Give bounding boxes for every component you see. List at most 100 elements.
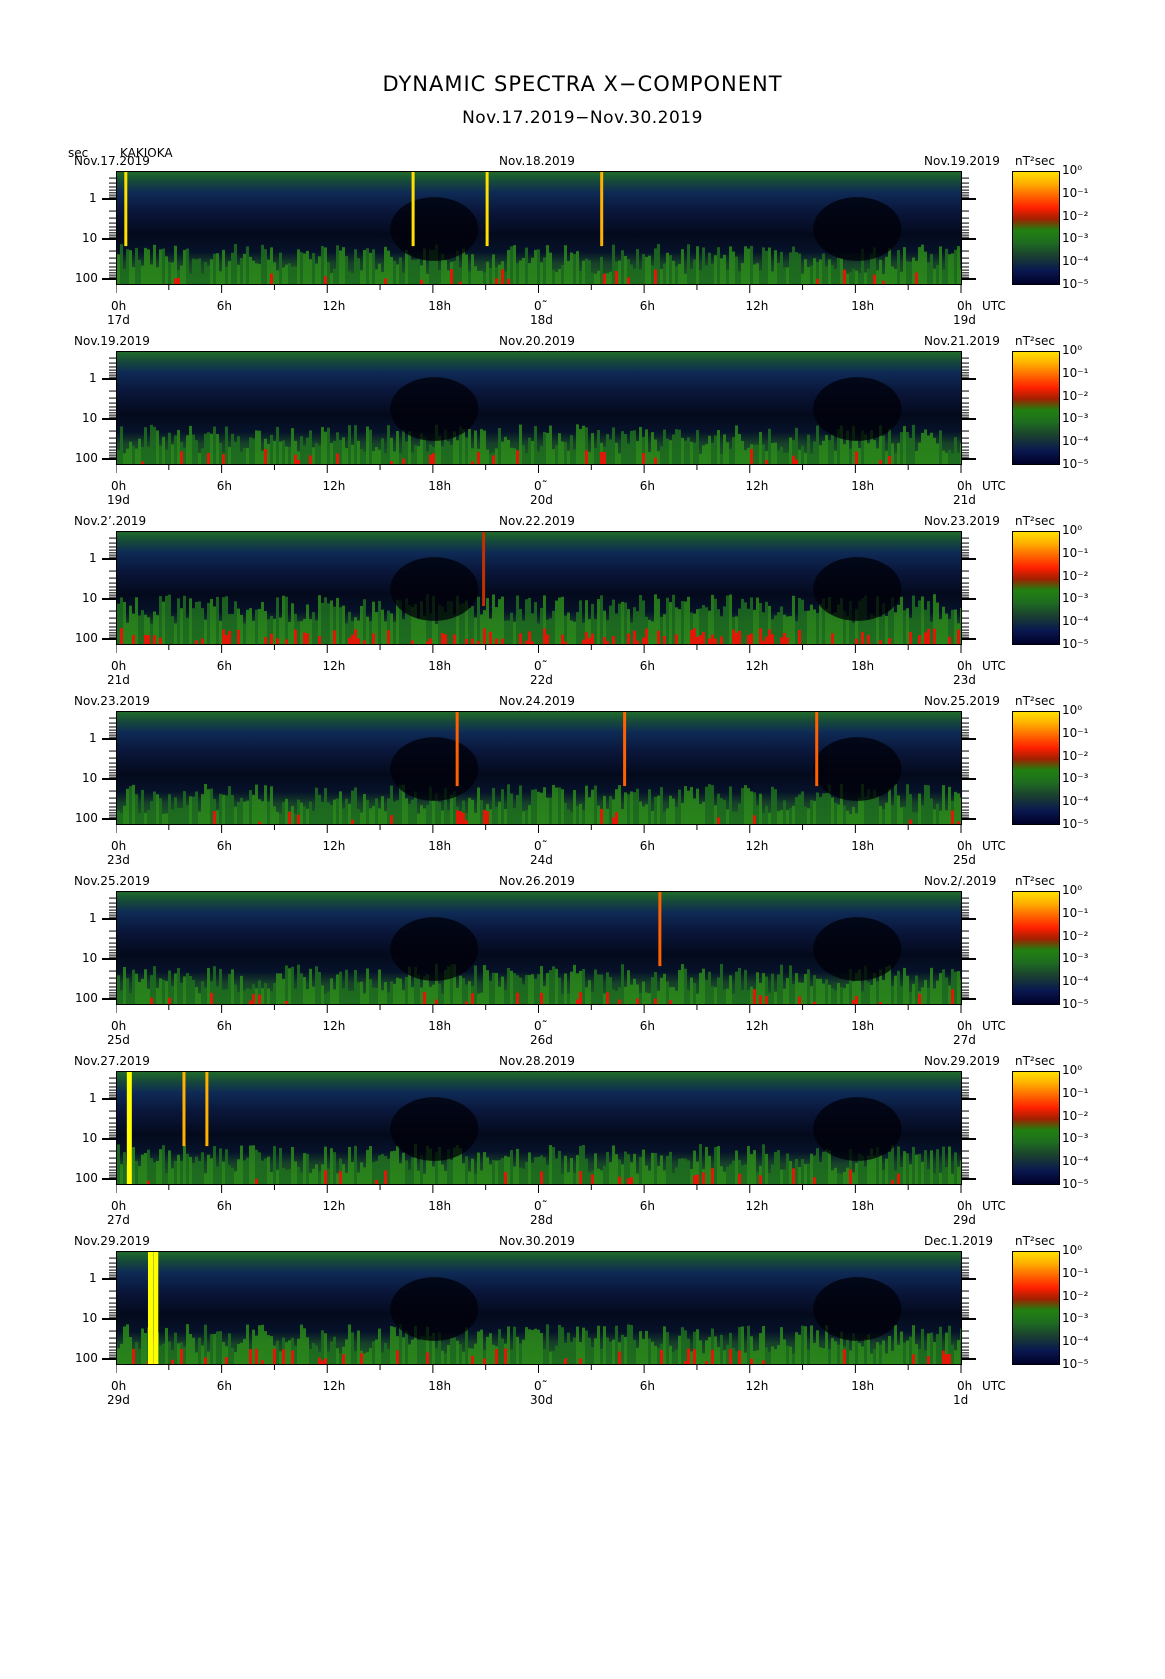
- noise-column: [174, 973, 177, 1004]
- noise-column: [651, 811, 654, 824]
- noise-column: [357, 1172, 360, 1184]
- noise-column: [786, 452, 789, 464]
- noise-column: [774, 1349, 777, 1364]
- noise-column: [564, 245, 567, 284]
- x-tick-label: 6h: [639, 1199, 655, 1213]
- noise-column: [651, 1341, 654, 1364]
- noise-column: [561, 789, 564, 824]
- noise-column: [321, 427, 324, 464]
- noise-column: [132, 784, 135, 824]
- power-burst: [615, 271, 618, 284]
- noise-column: [267, 801, 270, 824]
- noise-column: [138, 259, 141, 284]
- noise-column: [633, 268, 636, 284]
- noise-column: [630, 1325, 633, 1364]
- noise-column: [366, 800, 369, 824]
- noise-column: [276, 1169, 279, 1184]
- noise-column: [822, 983, 825, 1004]
- power-burst: [600, 451, 603, 464]
- noise-column: [645, 429, 648, 464]
- noise-column: [579, 803, 582, 824]
- noise-column: [483, 272, 486, 284]
- power-burst: [459, 281, 462, 284]
- noise-column: [558, 268, 561, 284]
- power-burst: [450, 269, 453, 284]
- noise-column: [357, 258, 360, 284]
- noise-column: [786, 810, 789, 824]
- power-burst: [690, 630, 693, 644]
- noise-column: [927, 987, 930, 1004]
- noise-column: [864, 796, 867, 824]
- noise-column: [573, 1337, 576, 1364]
- colorbar-tick-label: 10⁻⁵: [1062, 997, 1089, 1011]
- noise-column: [945, 613, 948, 644]
- power-burst: [501, 269, 504, 284]
- noise-column: [144, 1333, 147, 1364]
- x-axis-ticks: [116, 465, 962, 473]
- noise-column: [912, 257, 915, 284]
- noise-column: [243, 801, 246, 824]
- power-burst: [654, 457, 657, 464]
- noise-column: [891, 985, 894, 1004]
- noise-column: [741, 1326, 744, 1364]
- noise-column: [897, 795, 900, 824]
- power-burst: [390, 461, 393, 464]
- noise-column: [939, 246, 942, 284]
- noise-column: [291, 966, 294, 1004]
- power-burst: [294, 454, 297, 464]
- noise-column: [393, 983, 396, 1004]
- panel-left-date: Nov.27.2019: [74, 1054, 150, 1068]
- noise-column: [753, 264, 756, 284]
- noise-column: [315, 787, 318, 824]
- noise-column: [915, 975, 918, 1004]
- noise-column: [777, 974, 780, 1004]
- noise-column: [321, 985, 324, 1004]
- noise-column: [552, 784, 555, 824]
- noise-column: [387, 992, 390, 1004]
- noise-column: [579, 600, 582, 644]
- power-burst: [933, 628, 936, 644]
- utc-label: UTC: [982, 659, 1006, 673]
- noise-column: [300, 621, 303, 644]
- noise-column: [825, 979, 828, 1004]
- noise-column: [186, 805, 189, 824]
- power-burst: [354, 629, 357, 644]
- noise-column: [198, 601, 201, 644]
- noise-column: [915, 606, 918, 644]
- noise-column: [204, 987, 207, 1004]
- colorbar-tick-label: 10⁻²: [1062, 1288, 1089, 1303]
- noise-column: [909, 794, 912, 824]
- noise-column: [195, 1156, 198, 1184]
- power-burst: [816, 278, 819, 284]
- noise-column: [816, 1148, 819, 1184]
- noise-column: [795, 1158, 798, 1184]
- spectrogram-svg: [117, 1252, 961, 1364]
- power-burst: [663, 635, 666, 644]
- day-label: 25d: [107, 1033, 130, 1047]
- noise-column: [216, 1166, 219, 1184]
- noise-column: [882, 435, 885, 464]
- x-tick-label: 18h: [851, 659, 875, 673]
- y-tick-label: 1: [89, 911, 97, 925]
- noise-column: [717, 1146, 720, 1184]
- noise-column: [924, 1150, 927, 1184]
- noise-column: [537, 1329, 540, 1364]
- noise-column: [747, 1146, 750, 1184]
- noise-column: [795, 973, 798, 1004]
- noise-column: [333, 799, 336, 824]
- noise-column: [954, 609, 957, 644]
- noise-column: [525, 1161, 528, 1184]
- noise-column: [711, 785, 714, 824]
- noise-column: [129, 1337, 132, 1364]
- noise-column: [540, 607, 543, 644]
- noise-column: [276, 973, 279, 1004]
- noise-column: [561, 993, 564, 1004]
- noise-column: [177, 1154, 180, 1184]
- noise-column: [912, 983, 915, 1004]
- noise-column: [474, 1343, 477, 1364]
- noise-column: [174, 1332, 177, 1364]
- power-burst: [144, 634, 147, 644]
- noise-column: [129, 605, 132, 644]
- x-tick-label: 0h: [111, 1379, 127, 1393]
- noise-column: [756, 1172, 759, 1184]
